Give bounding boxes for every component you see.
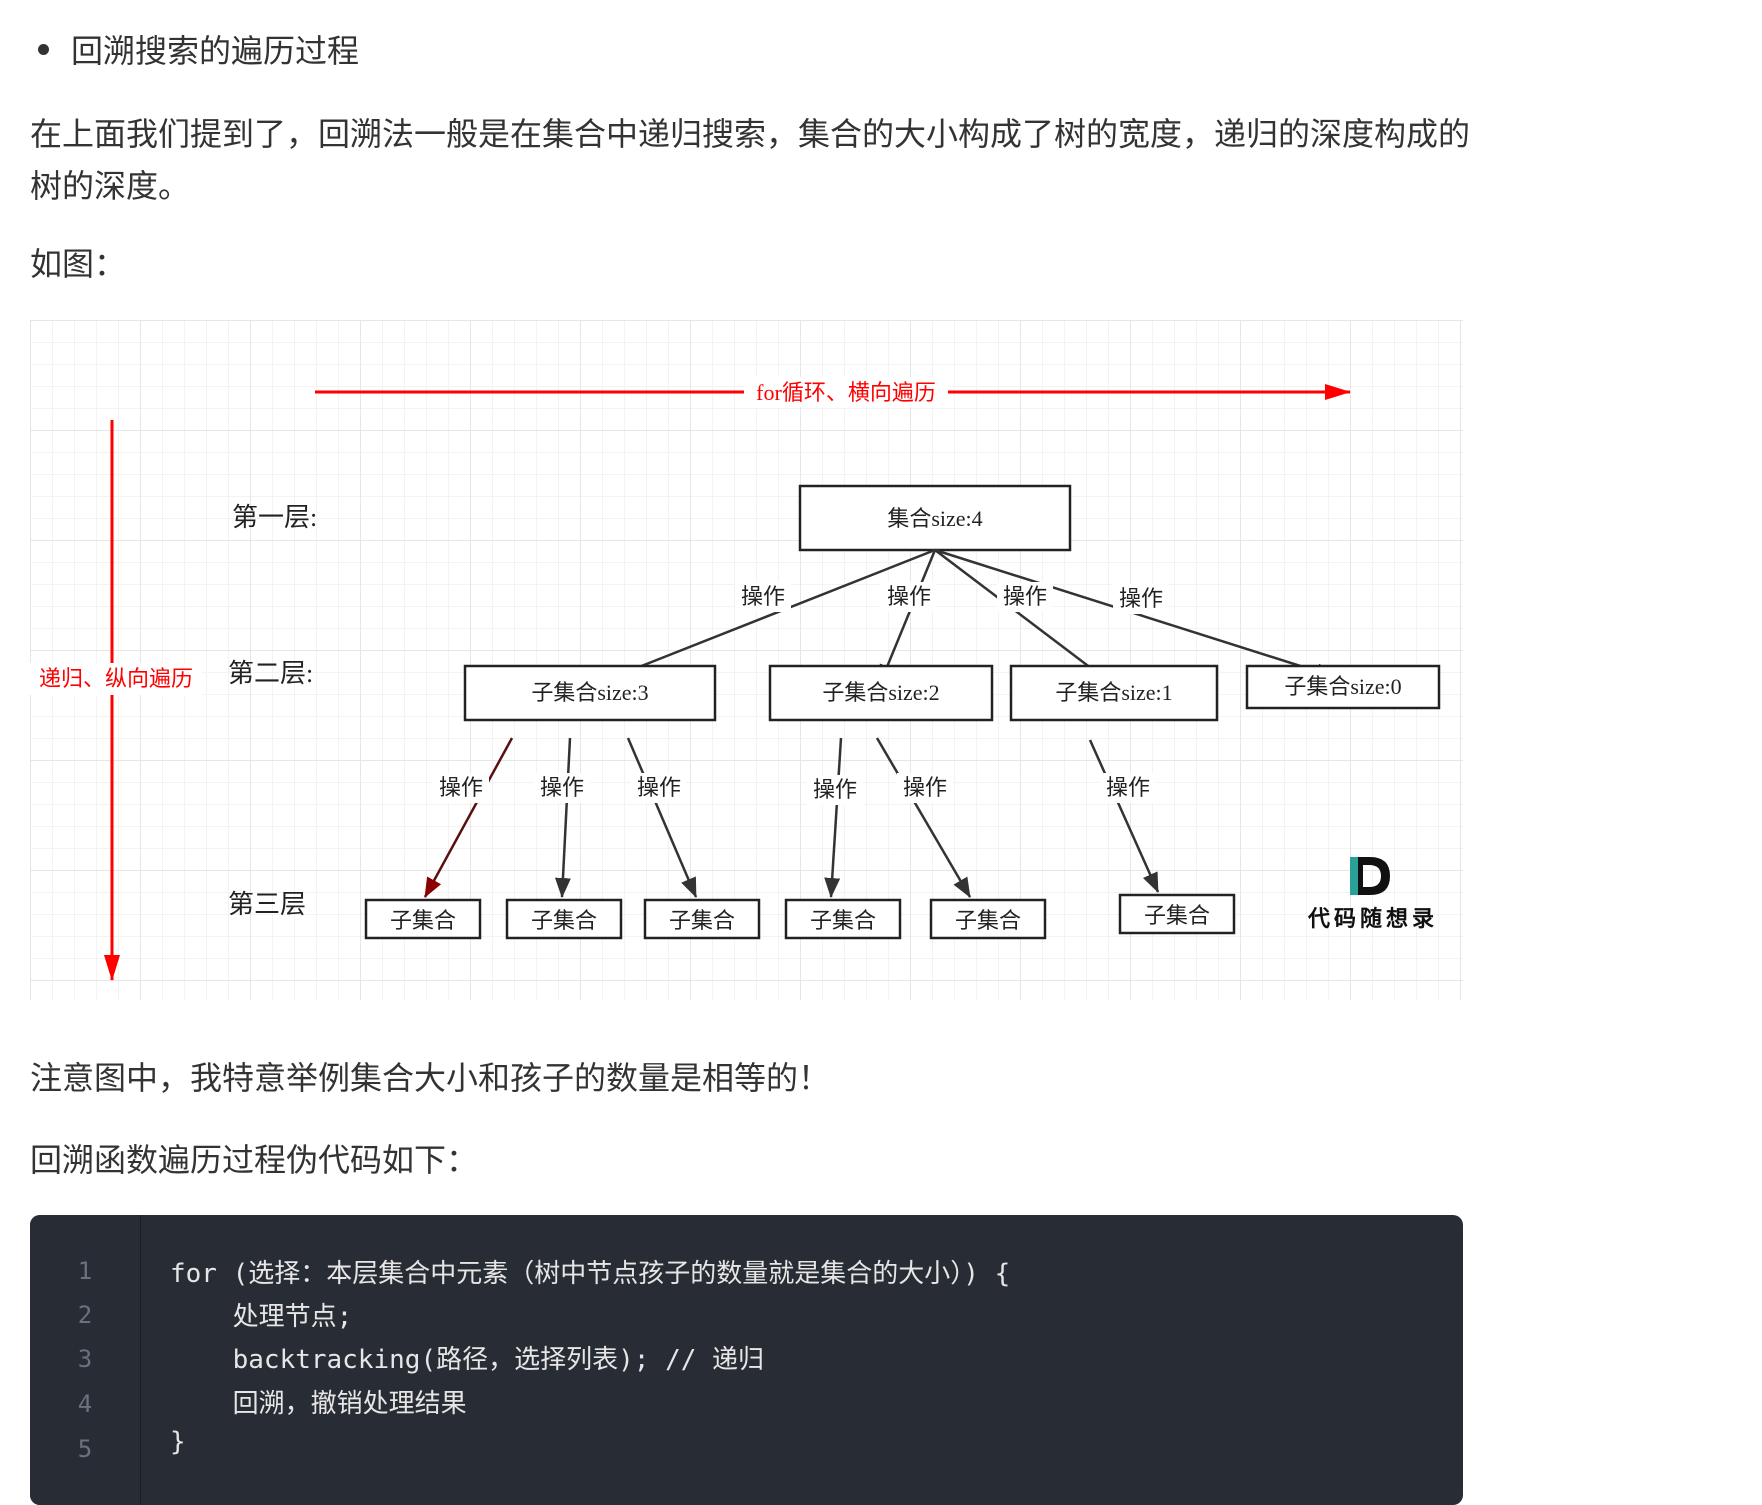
line-number: 2 bbox=[77, 1301, 93, 1329]
level2-node-label: 子集合size:3 bbox=[531, 680, 648, 705]
section-heading: 回溯搜索的遍历过程 bbox=[71, 32, 360, 70]
level3-node-label: 子集合 bbox=[810, 908, 876, 933]
bullet-item: 回溯搜索的遍历过程 bbox=[38, 26, 359, 72]
edge-label-operation: 操作 bbox=[540, 775, 584, 800]
line-number: 1 bbox=[77, 1257, 93, 1285]
edge-label-operation: 操作 bbox=[1003, 584, 1047, 609]
paragraph-figure-lead: 如图： bbox=[30, 245, 127, 283]
bullet-dot-icon bbox=[38, 43, 49, 55]
root-node-label: 集合size:4 bbox=[887, 506, 982, 531]
edge-label-operation: 操作 bbox=[637, 775, 681, 800]
level3-node-label: 子集合 bbox=[531, 908, 597, 933]
paragraph-code-lead: 回溯函数遍历过程伪代码如下： bbox=[30, 1141, 479, 1179]
line-number: 5 bbox=[77, 1435, 93, 1463]
paragraph-intro: 在上面我们提到了，回溯法一般是在集合中递归搜索，集合的大小构成了树的宽度，递归的… bbox=[30, 115, 1471, 205]
edge-label-operation: 操作 bbox=[741, 584, 785, 609]
level2-node-label: 子集合size:1 bbox=[1055, 680, 1172, 705]
edge-label-operation: 操作 bbox=[903, 775, 947, 800]
level2-node-label: 子集合size:2 bbox=[822, 680, 939, 705]
code-block: 1 2 3 4 5 for (选择：本层集合中元素（树中节点孩子的数量就是集合的… bbox=[30, 1215, 1463, 1505]
watermark-text: 代码随想录 bbox=[1307, 906, 1438, 931]
level3-node-label: 子集合 bbox=[390, 908, 456, 933]
level2-node-label: 子集合size:0 bbox=[1284, 674, 1401, 699]
vertical-traversal-label: 递归、纵向遍历 bbox=[39, 666, 193, 691]
horizontal-traversal-label: for循环、横向遍历 bbox=[756, 380, 936, 405]
level3-node-label: 子集合 bbox=[1144, 903, 1210, 928]
level2-label: 第二层: bbox=[228, 659, 313, 688]
line-number-gutter: 1 2 3 4 5 bbox=[30, 1215, 141, 1505]
line-number: 3 bbox=[77, 1345, 93, 1373]
watermark-logo: 代码随想录 bbox=[1307, 857, 1438, 931]
edge-label-operation: 操作 bbox=[1119, 586, 1163, 611]
level3-label: 第三层 bbox=[228, 890, 306, 919]
code-line: backtracking(路径，选择列表); // 递归 bbox=[170, 1345, 765, 1375]
line-number: 4 bbox=[77, 1390, 93, 1418]
edge-label-operation: 操作 bbox=[813, 777, 857, 802]
code-line: 处理节点; bbox=[170, 1302, 353, 1332]
code-line: 回溯，撤销处理结果 bbox=[170, 1389, 467, 1419]
backtracking-tree-diagram: for循环、横向遍历 递归、纵向遍历 第一层: 第二层: 第三层 集合size:… bbox=[30, 320, 1463, 1000]
edge-label-operation: 操作 bbox=[887, 584, 931, 609]
level3-node-label: 子集合 bbox=[669, 908, 735, 933]
code-line: } bbox=[170, 1427, 186, 1457]
edge-label-operation: 操作 bbox=[439, 775, 483, 800]
code-line: for (选择：本层集合中元素（树中节点孩子的数量就是集合的大小）) { bbox=[170, 1259, 1011, 1289]
level1-label: 第一层: bbox=[232, 503, 317, 532]
paragraph-note: 注意图中，我特意举例集合大小和孩子的数量是相等的！ bbox=[30, 1059, 831, 1097]
level3-node-label: 子集合 bbox=[955, 908, 1021, 933]
edge-label-operation: 操作 bbox=[1106, 775, 1150, 800]
